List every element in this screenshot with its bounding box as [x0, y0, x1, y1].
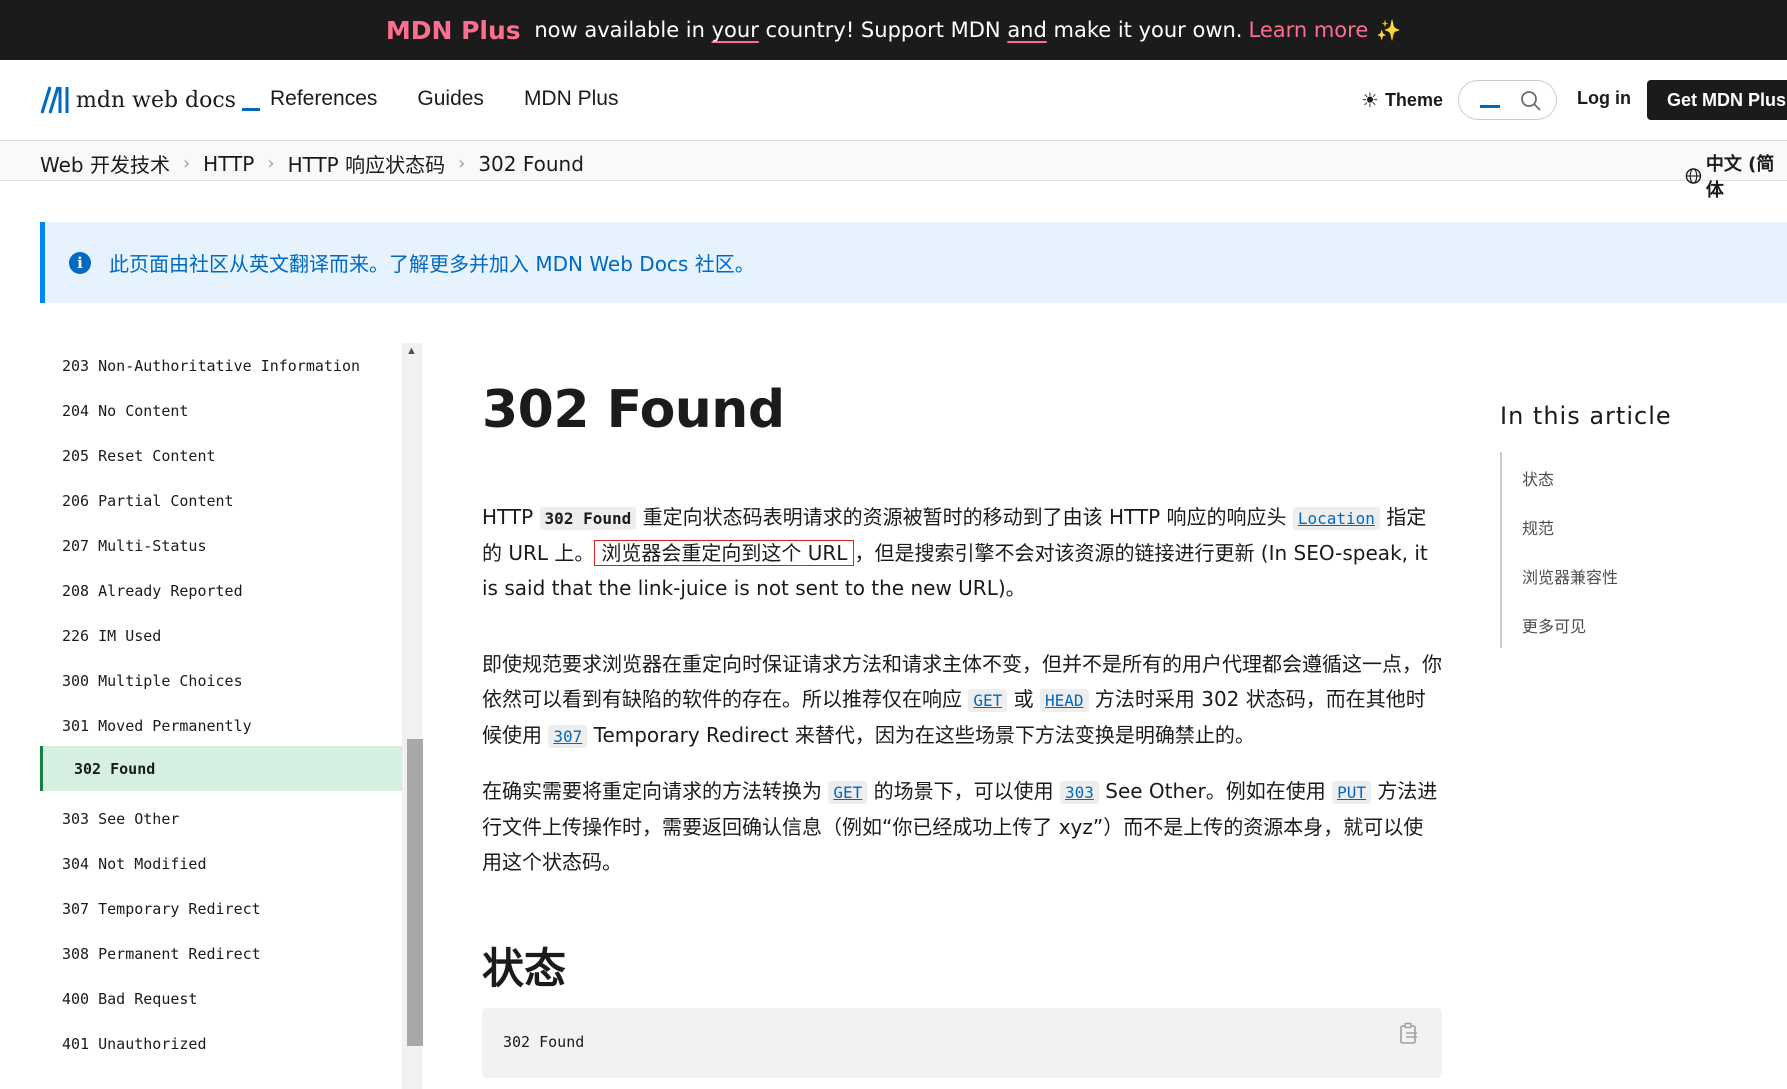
- search-input[interactable]: [1458, 80, 1557, 120]
- mdn-plus-brand: MDN Plus: [385, 15, 521, 45]
- sidebar-item[interactable]: 304 Not Modified: [40, 841, 402, 886]
- copy-icon[interactable]: [1398, 1022, 1420, 1046]
- toc-item-status[interactable]: 状态: [1522, 466, 1554, 490]
- breadcrumb-http[interactable]: HTTP: [203, 152, 254, 176]
- logo-text: mdn web docs: [76, 87, 236, 113]
- notice-text[interactable]: 此页面由社区从英文翻译而来。了解更多并加入 MDN Web Docs 社区。: [109, 248, 755, 277]
- main-nav: References Guides MDN Plus: [270, 87, 618, 111]
- sidebar-item[interactable]: 401 Unauthorized: [40, 1021, 402, 1066]
- head-link[interactable]: HEAD: [1039, 689, 1089, 712]
- status-303-link[interactable]: 303: [1059, 781, 1099, 804]
- scroll-up-arrow-icon[interactable]: ▲: [406, 345, 417, 357]
- table-of-contents: In this article 状态 规范 浏览器兼容性 更多可见: [1500, 402, 1780, 648]
- chevron-right-icon: ›: [458, 153, 466, 174]
- text: HTTP: [482, 505, 540, 529]
- text: 或: [1007, 687, 1040, 711]
- search-icon[interactable]: [1520, 90, 1542, 112]
- text: 在确实需要将重定向请求的方法转换为: [482, 779, 829, 803]
- sidebar-item[interactable]: 226 IM Used: [40, 613, 402, 658]
- toc-item-compat[interactable]: 浏览器兼容性: [1522, 564, 1618, 588]
- sidebar-item[interactable]: 400 Bad Request: [40, 976, 402, 1021]
- chevron-right-icon: ›: [267, 153, 275, 174]
- sidebar-item[interactable]: 205 Reset Content: [40, 433, 402, 478]
- text: See Other。例如在使用: [1098, 779, 1333, 803]
- breadcrumb-current[interactable]: 302 Found: [478, 152, 584, 176]
- sidebar-item[interactable]: 302 Found: [40, 746, 402, 791]
- breadcrumb-bar: Web 开发技术 › HTTP › HTTP 响应状态码 › 302 Found…: [0, 141, 1787, 201]
- banner-text-3: make it your own.: [1046, 18, 1243, 42]
- sidebar-item[interactable]: 308 Permanent Redirect: [40, 931, 402, 976]
- breadcrumb: Web 开发技术 › HTTP › HTTP 响应状态码 › 302 Found: [40, 149, 584, 178]
- inline-code: 302 Found: [539, 507, 637, 530]
- learn-more-link[interactable]: Learn more: [1248, 18, 1368, 42]
- article: 302 Found HTTP 302 Found 重定向状态码表明请求的资源被暂…: [482, 380, 1442, 1078]
- language-label: 中文 (简体: [1705, 154, 1775, 201]
- text: 的场景下，可以使用: [867, 779, 1060, 803]
- sun-icon: ☀: [1361, 90, 1379, 112]
- banner-text-and: and: [1007, 18, 1047, 42]
- text: 重定向状态码表明请求的资源被暂时的移动到了由该 HTTP 响应的响应头: [636, 505, 1293, 529]
- nav-references[interactable]: References: [270, 87, 377, 111]
- scrollbar-thumb[interactable]: [407, 739, 423, 1046]
- page-title: 302 Found: [482, 380, 785, 440]
- sidebar-scrollbar[interactable]: ▲: [402, 343, 423, 1089]
- paragraph-method: 即使规范要求浏览器在重定向时保证请求方法和请求主体不变，但并不是所有的用户代理都…: [482, 647, 1442, 754]
- text: Temporary Redirect 来替代，因为在这些场景下方法变换是明确禁止…: [587, 723, 1255, 747]
- site-header: mdn web docs References Guides MDN Plus …: [0, 60, 1787, 141]
- paragraph-303: 在确实需要将重定向请求的方法转换为 GET 的场景下，可以使用 303 See …: [482, 774, 1442, 880]
- translation-notice: i 此页面由社区从英文翻译而来。了解更多并加入 MDN Web Docs 社区。: [40, 222, 1787, 303]
- status-307-link[interactable]: 307: [548, 725, 588, 748]
- sidebar-item[interactable]: 204 No Content: [40, 388, 402, 433]
- put-link[interactable]: PUT: [1332, 781, 1371, 804]
- search-cursor: [1480, 105, 1500, 108]
- theme-toggle-button[interactable]: ☀ Theme: [1361, 88, 1443, 113]
- toc-item-specs[interactable]: 规范: [1522, 515, 1554, 539]
- get-link[interactable]: GET: [828, 781, 868, 804]
- mdn-logo-icon: [40, 86, 69, 114]
- code-block: 302 Found: [482, 1008, 1442, 1078]
- highlighted-text: 浏览器会重定向到这个 URL: [594, 540, 855, 566]
- sidebar-item[interactable]: 206 Partial Content: [40, 478, 402, 523]
- breadcrumb-status-codes[interactable]: HTTP 响应状态码: [288, 149, 446, 178]
- sidebar-item[interactable]: 203 Non-Authoritative Information: [40, 343, 402, 388]
- section-heading-status: 状态: [482, 944, 567, 993]
- get-mdn-plus-button[interactable]: Get MDN Plus: [1647, 80, 1787, 120]
- language-selector[interactable]: 中文 (简体: [1685, 150, 1787, 202]
- code-block-text: 302 Found: [503, 1033, 585, 1051]
- mdn-logo-link[interactable]: mdn web docs: [40, 85, 260, 115]
- get-link[interactable]: GET: [968, 689, 1008, 712]
- location-link[interactable]: Location: [1292, 507, 1380, 530]
- banner-text-1: now available in: [527, 18, 712, 42]
- sidebar-item[interactable]: 300 Multiple Choices: [40, 658, 402, 703]
- promo-banner: MDN Plus now available in your country! …: [0, 0, 1787, 60]
- nav-guides[interactable]: Guides: [417, 87, 484, 111]
- toc-item-see-also[interactable]: 更多可见: [1522, 613, 1586, 637]
- chevron-right-icon: ›: [182, 153, 191, 174]
- sidebar-item[interactable]: 307 Temporary Redirect: [40, 886, 402, 931]
- sidebar-item[interactable]: 207 Multi-Status: [40, 523, 402, 568]
- globe-icon: [1685, 168, 1702, 184]
- theme-label: Theme: [1384, 90, 1443, 110]
- sidebar-item[interactable]: 301 Moved Permanently: [40, 703, 402, 748]
- banner-text-2: country! Support MDN: [758, 18, 1008, 42]
- breadcrumb-web[interactable]: Web 开发技术: [40, 149, 170, 178]
- sparkle-icon: ✨: [1376, 18, 1402, 42]
- nav-mdn-plus[interactable]: MDN Plus: [524, 87, 619, 111]
- paragraph-intro: HTTP 302 Found 重定向状态码表明请求的资源被暂时的移动到了由该 H…: [482, 500, 1442, 606]
- toc-title: In this article: [1500, 402, 1672, 430]
- sidebar-item[interactable]: 303 See Other: [40, 796, 402, 841]
- logo-cursor: [241, 107, 260, 111]
- login-link[interactable]: Log in: [1577, 88, 1631, 109]
- sidebar-nav: 203 Non-Authoritative Information 204 No …: [40, 343, 420, 1089]
- info-icon: i: [69, 251, 91, 274]
- banner-text-your: your: [711, 18, 759, 42]
- sidebar-item[interactable]: 208 Already Reported: [40, 568, 402, 613]
- toc-list: 状态 规范 浏览器兼容性 更多可见: [1500, 452, 1700, 648]
